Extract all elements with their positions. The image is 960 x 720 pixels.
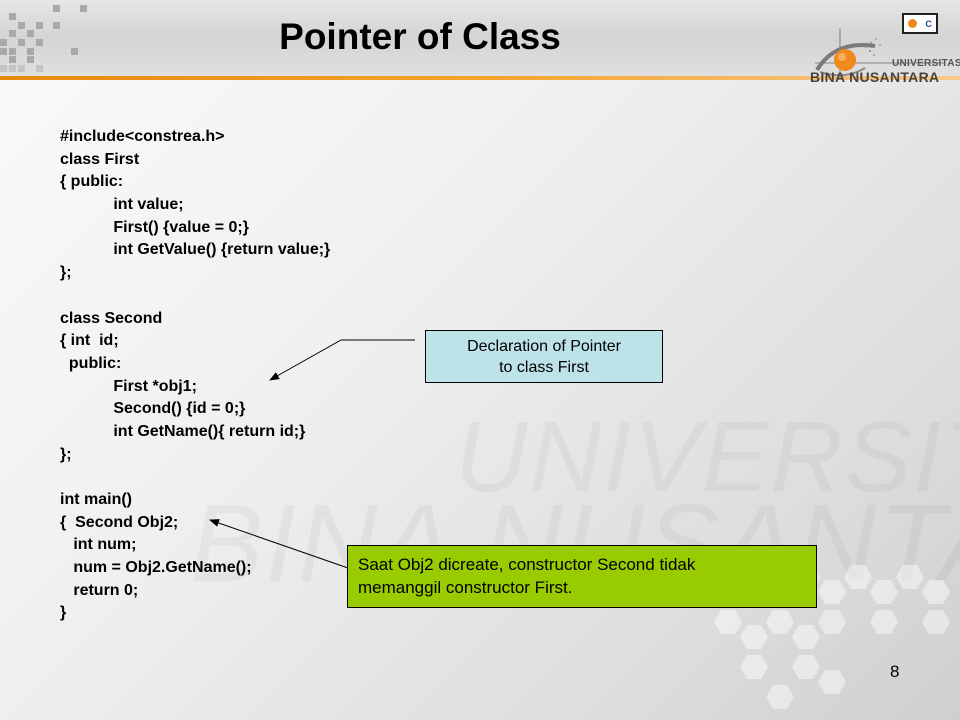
constructor-note-callout: Saat Obj2 dicreate, constructor Second t… xyxy=(347,545,817,608)
callout-text: Saat Obj2 dicreate, constructor Second t… xyxy=(358,555,696,574)
callout-text: Declaration of Pointer xyxy=(467,338,621,355)
page-number: 8 xyxy=(890,662,900,681)
constructor-callout-arrow xyxy=(209,519,349,569)
callout-text: to class First xyxy=(499,359,589,376)
callout-text: memanggil constructor First. xyxy=(358,578,573,597)
pointer-declaration-callout: Declaration of Pointer to class First xyxy=(425,330,663,383)
pointer-callout-arrow xyxy=(269,339,415,381)
